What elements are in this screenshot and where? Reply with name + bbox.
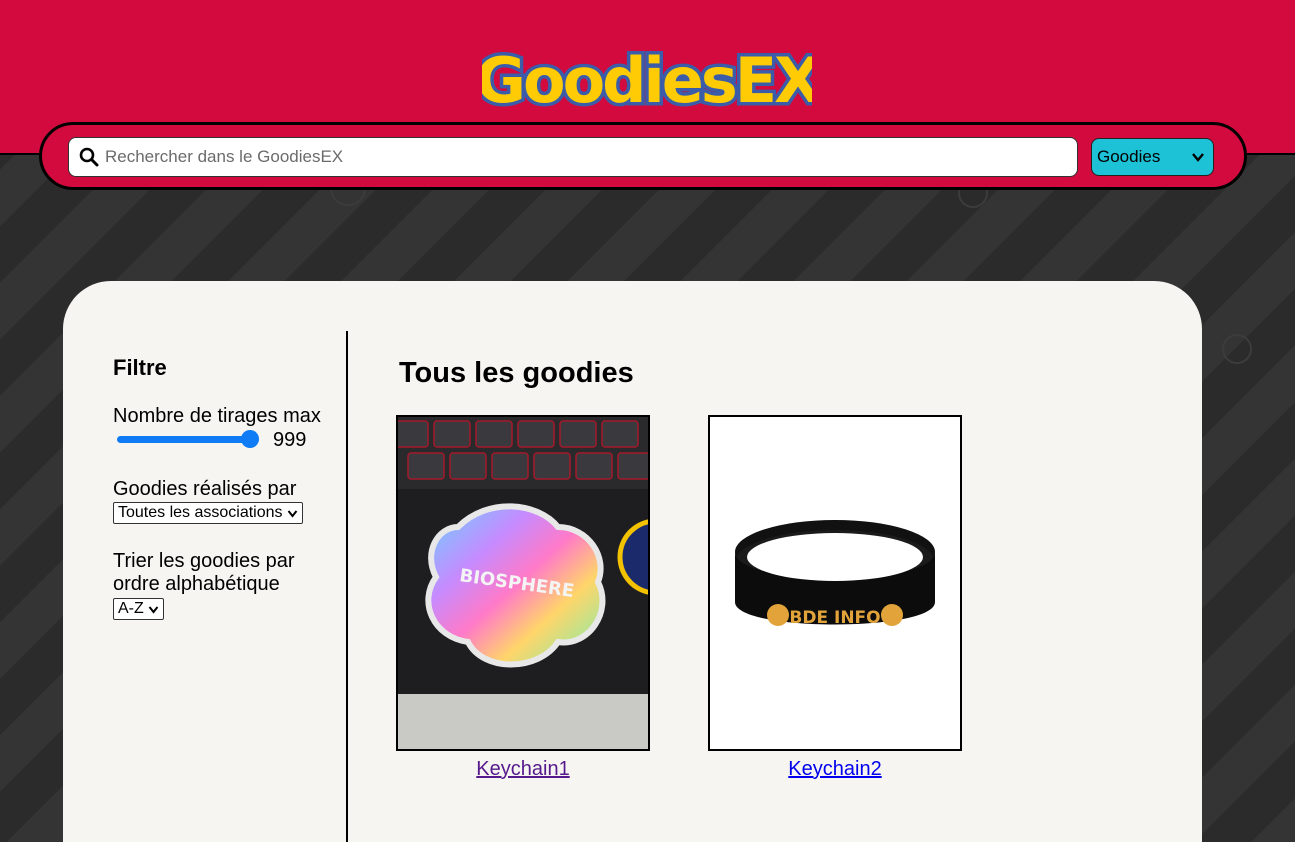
made-by-label: Goodies réalisés par (113, 478, 297, 500)
search-input[interactable] (105, 140, 1065, 174)
goodiesex-logo[interactable]: GoodiesEX (472, 36, 828, 126)
max-draws-label: Nombre de tirages max (113, 405, 321, 427)
max-draws-slider[interactable] (113, 429, 263, 451)
chevron-down-icon (287, 509, 297, 518)
goodie-image[interactable]: BDE INFO (708, 415, 962, 751)
sticker-photo: BIOSPHERE (398, 417, 648, 749)
search-bar: Goodies (39, 122, 1247, 190)
chevron-down-icon (1192, 153, 1204, 162)
sort-label-line1: Trier les goodies par (113, 550, 295, 572)
logo-graphic: GoodiesEX (472, 41, 828, 121)
wristband-photo: BDE INFO (710, 417, 960, 749)
content-panel: Filtre Nombre de tirages max 999 Goodies… (63, 281, 1202, 842)
svg-text:GoodiesEX: GoodiesEX (482, 44, 812, 117)
search-box[interactable] (68, 137, 1078, 177)
made-by-select[interactable]: Toutes les associations (113, 502, 303, 524)
made-by-value: Toutes les associations (118, 504, 283, 521)
sort-label-line2: ordre alphabétique (113, 573, 280, 595)
max-draws-value: 999 (273, 429, 307, 451)
slider-track (117, 436, 259, 443)
chevron-down-icon (148, 605, 159, 614)
sidebar-divider (346, 331, 348, 842)
sort-value: A-Z (118, 600, 144, 617)
slider-thumb[interactable] (241, 430, 259, 448)
section-title: Tous les goodies (399, 357, 634, 389)
goodie-link[interactable]: Keychain1 (396, 758, 650, 781)
svg-text:BDE INFO: BDE INFO (789, 608, 880, 628)
filter-title: Filtre (113, 355, 167, 380)
background-decoration (1222, 334, 1252, 364)
search-icon (79, 147, 99, 167)
search-type-select[interactable]: Goodies (1091, 138, 1214, 176)
goodie-image[interactable]: BIOSPHERE (396, 415, 650, 751)
sort-select[interactable]: A-Z (113, 598, 164, 620)
goodie-link[interactable]: Keychain2 (708, 758, 962, 781)
search-type-value: Goodies (1097, 147, 1161, 166)
